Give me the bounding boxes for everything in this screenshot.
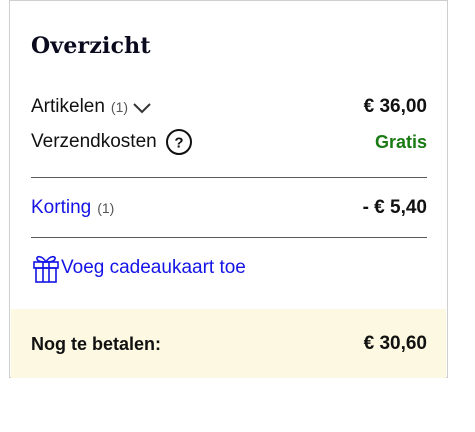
svg-text:?: ? (174, 135, 183, 152)
gift-icon (33, 255, 59, 283)
total-amount: € 30,60 (363, 333, 427, 354)
items-amount: € 36,00 (363, 96, 427, 117)
divider (31, 237, 427, 238)
summary-title: Overzicht (31, 33, 151, 59)
chevron-down-icon[interactable] (132, 101, 152, 115)
items-count: (1) (110, 99, 129, 115)
discount-amount: - € 5,40 (362, 197, 427, 218)
items-row: Artikelen (1) € 36,00 (31, 93, 427, 121)
discount-row: Korting (1) - € 5,40 (31, 194, 427, 222)
total-bar: Nog te betalen: € 30,60 (11, 309, 446, 378)
items-label: Artikelen (31, 96, 105, 117)
order-summary-card: Overzicht Artikelen (1) € 36,00 Verzendk… (9, 0, 448, 378)
add-gift-card-link[interactable]: Voeg cadeaukaart toe (31, 252, 246, 284)
divider (31, 177, 427, 178)
shipping-value: Gratis (374, 131, 427, 152)
discount-count: (1) (97, 200, 115, 216)
shipping-row: Verzendkosten ? Gratis (31, 127, 427, 157)
total-label: Nog te betalen: (31, 334, 162, 354)
items-toggle[interactable]: Artikelen (1) (31, 96, 152, 118)
gift-card-label: Voeg cadeaukaart toe (61, 257, 246, 278)
discount-link[interactable]: Korting (31, 197, 91, 219)
shipping-label: Verzendkosten (31, 131, 157, 152)
help-circle-icon[interactable]: ? (165, 128, 193, 156)
